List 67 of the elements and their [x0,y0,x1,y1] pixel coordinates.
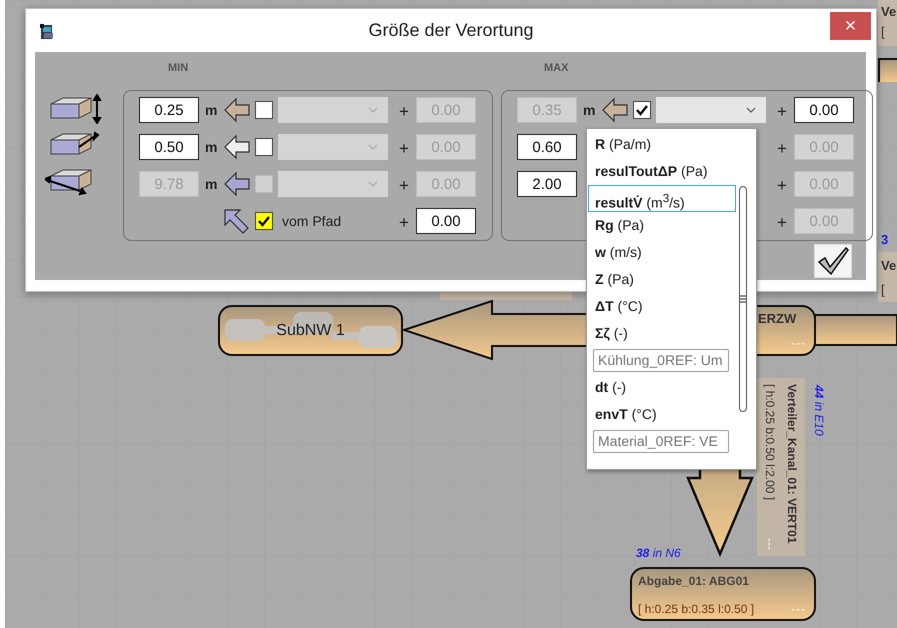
checkbox[interactable] [255,101,273,119]
dropdown-option[interactable]: resultV̇ (m$^{3}$/s) [588,185,736,212]
status-text: --- [791,602,806,616]
plus-label: + [398,138,410,158]
position-tag: 44 in E10 [812,385,826,436]
column-label: MAX [543,61,570,76]
dropdown-option[interactable]: Σζ (-) [588,320,736,347]
scrollbar-thumb[interactable] [739,186,747,412]
subnetwork-node[interactable]: SubNW 1 [218,305,403,356]
close-button[interactable]: × [830,12,871,40]
node-label: [ [881,282,885,297]
caret-icon [368,181,378,187]
offset-field[interactable]: 0.00 [416,208,476,234]
node-fragment [878,58,897,82]
dropdown-option[interactable]: ΔT (°C) [588,293,736,320]
plus-label: + [776,212,788,232]
caret-icon [368,107,378,113]
confirm-button[interactable] [814,244,852,278]
node-label: Abgabe_01: ABG01 [638,574,750,588]
node-label: Verteiler_Kanal_01: VERT01 [785,384,799,546]
value-field[interactable]: 0.60 [517,134,577,160]
node-fragment [878,0,897,46]
outlet-node[interactable]: Abgabe_01: ABG01 [ h:0.25 b:0.35 l:0.50 ] --- [630,567,816,621]
plus-label: + [398,212,410,232]
checkbox[interactable] [633,101,651,119]
checkbox[interactable] [255,138,273,156]
dropdown-option[interactable]: envT (°C) [588,401,736,428]
checkbox-label: vom Pfad [281,213,342,229]
plus-label: + [776,100,788,122]
plus-label: + [398,100,410,122]
dropdown-option[interactable]: R (Pa/m) [588,131,736,158]
unit-label: m [204,102,218,118]
dropdown-option[interactable]: resulToutΔP (Pa) [588,158,736,185]
plus-label: + [776,174,788,196]
node-label: Ve [881,258,896,273]
node-fragment [878,252,897,302]
value-field[interactable]: 0.25 [139,97,199,123]
dropdown-option[interactable]: Z (Pa) [588,266,736,293]
plus-label: + [398,174,410,196]
status-text: --- [791,336,806,350]
dropdown-option[interactable]: dt (-) [588,374,736,401]
unit-label: m [204,139,218,155]
dropdown-option[interactable]: w (m/s) [588,239,736,266]
caret-icon [746,107,756,113]
node-label: ERZW [758,311,798,326]
node-label: SubNW 1 [276,322,345,340]
value-field[interactable]: 0.50 [139,134,199,160]
size-text: [ h:0.25 b:0.35 l:0.50 ] [638,602,754,616]
offset-field[interactable]: 0.00 [794,97,854,123]
option-field[interactable]: Kühlung_0REF: Um [593,349,729,372]
node-label: Ve [881,4,896,19]
plus-label: + [776,138,788,158]
status-text: --- [763,538,777,550]
node-label: [ [881,24,885,39]
node-label: 3 [881,232,888,247]
app-icon [39,23,55,41]
window-title: Größe der Verortung [368,20,534,41]
option-field[interactable]: Material_0REF: VE [593,430,729,453]
caret-icon [368,144,378,150]
unit-label: m [204,176,218,192]
position-tag: 38 in N6 [636,546,681,560]
dropdown-option[interactable]: Rg (Pa) [588,212,736,239]
unit-label: m [582,102,596,118]
size-text: [ h:0.25 b:0.50 l:2.00 ] [763,384,777,500]
column-label: MIN [167,61,190,76]
checkbox[interactable] [255,212,273,230]
value-field[interactable]: 2.00 [517,171,577,197]
